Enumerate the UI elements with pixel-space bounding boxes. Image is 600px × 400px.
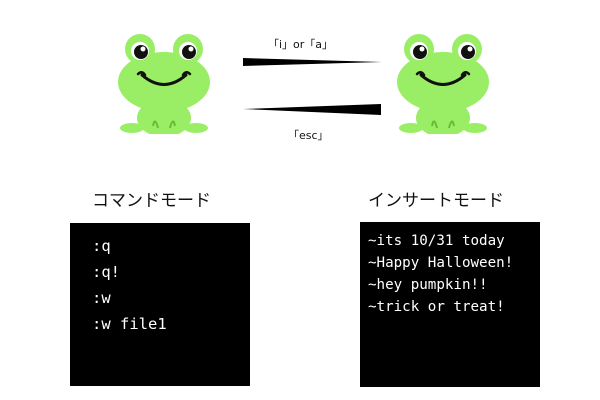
insert-line: ~trick or treat! [368,299,505,315]
command-mode-title: コマンドモード [92,191,211,211]
command-line: :q! [92,263,120,281]
frog-icon [118,34,210,134]
arrow-to-command-icon [243,104,381,115]
command-line: :w [92,289,111,307]
insert-mode-title: インサートモード [368,191,504,211]
insert-terminal: ~its 10/31 today ~Happy Halloween! ~hey … [360,222,540,387]
command-line: :w file1 [92,315,167,333]
insert-line: ~Happy Halloween! [368,255,514,271]
frog-figure [397,34,489,134]
command-line: :q [92,237,111,255]
insert-key-label: 「i」or「a」 [268,38,334,51]
esc-key-label: 「esc」 [288,129,329,142]
frog-figure [118,34,210,134]
arrow-to-insert-icon [243,58,383,66]
command-terminal: :q :q! :w :w file1 [70,223,250,386]
insert-line: ~hey pumpkin!! [368,277,488,293]
frog-icon [397,34,489,134]
insert-line: ~its 10/31 today [368,233,505,249]
